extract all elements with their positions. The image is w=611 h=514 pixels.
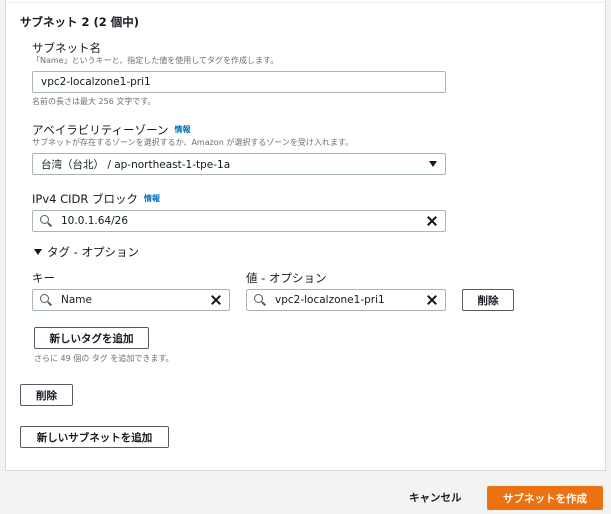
clear-icon[interactable] bbox=[426, 294, 438, 306]
divider bbox=[6, 2, 606, 3]
add-tag-button[interactable]: 新しいタグを追加 bbox=[34, 327, 149, 349]
tag-key-value: Name bbox=[61, 294, 92, 306]
search-icon bbox=[253, 293, 267, 307]
availability-zone-label: アベイラビリティーゾーン bbox=[32, 123, 169, 137]
tag-value-value: vpc2-localzone1-pri1 bbox=[275, 294, 385, 306]
tag-value-input[interactable]: vpc2-localzone1-pri1 bbox=[246, 289, 446, 311]
cancel-button[interactable]: キャンセル bbox=[409, 490, 462, 505]
availability-zone-select[interactable]: 台湾（台北） / ap-northeast-1-tpe-1a bbox=[32, 153, 446, 175]
tag-key-header: キー bbox=[32, 271, 55, 285]
cidr-label: IPv4 CIDR ブロック bbox=[32, 192, 139, 206]
caret-down-icon bbox=[34, 249, 42, 255]
availability-zone-selected: 台湾（台北） / ap-northeast-1-tpe-1a bbox=[41, 158, 231, 171]
tags-toggle-label: タグ - オプション bbox=[47, 245, 139, 259]
create-subnet-button[interactable]: サブネットを作成 bbox=[487, 486, 603, 510]
cidr-label-row: IPv4 CIDR ブロック 情報 bbox=[32, 191, 160, 207]
clear-icon[interactable] bbox=[210, 294, 222, 306]
caret-down-icon bbox=[429, 161, 437, 167]
subnet-name-input[interactable]: vpc2-localzone1-pri1 bbox=[32, 71, 446, 93]
tags-toggle[interactable]: タグ - オプション bbox=[34, 244, 139, 260]
cidr-value: 10.0.1.64/26 bbox=[61, 215, 128, 227]
remove-tag-button[interactable]: 削除 bbox=[462, 289, 514, 311]
clear-icon[interactable] bbox=[426, 215, 438, 227]
tags-remaining-hint: さらに 49 個の タグ を追加できます。 bbox=[34, 354, 174, 363]
subnet-settings-panel: サブネット 2 (2 個中) サブネット名 「Name」というキーと、指定した値… bbox=[5, 0, 606, 471]
add-subnet-button[interactable]: 新しいサブネットを追加 bbox=[20, 426, 169, 448]
subnet-name-label: サブネット名 bbox=[32, 41, 101, 55]
remove-subnet-button[interactable]: 削除 bbox=[20, 384, 73, 406]
subnet-name-hint: 名前の長さは最大 256 文字です。 bbox=[32, 97, 156, 106]
section-title: サブネット 2 (2 個中) bbox=[20, 15, 140, 29]
search-icon bbox=[39, 214, 53, 228]
availability-zone-info-link[interactable]: 情報 bbox=[175, 125, 191, 134]
cidr-info-link[interactable]: 情報 bbox=[144, 194, 160, 203]
subnet-name-description: 「Name」というキーと、指定した値を使用してタグを作成します。 bbox=[32, 56, 279, 65]
tag-value-header: 値 - オプション bbox=[246, 271, 327, 285]
cidr-input[interactable]: 10.0.1.64/26 bbox=[32, 210, 446, 232]
availability-zone-label-row: アベイラビリティーゾーン 情報 bbox=[32, 122, 191, 138]
search-icon bbox=[39, 293, 53, 307]
subnet-name-value: vpc2-localzone1-pri1 bbox=[41, 76, 151, 88]
tag-key-input[interactable]: Name bbox=[32, 289, 230, 311]
availability-zone-description: サブネットが存在するゾーンを選択するか、Amazon が選択するゾーンを受け入れ… bbox=[32, 138, 354, 147]
